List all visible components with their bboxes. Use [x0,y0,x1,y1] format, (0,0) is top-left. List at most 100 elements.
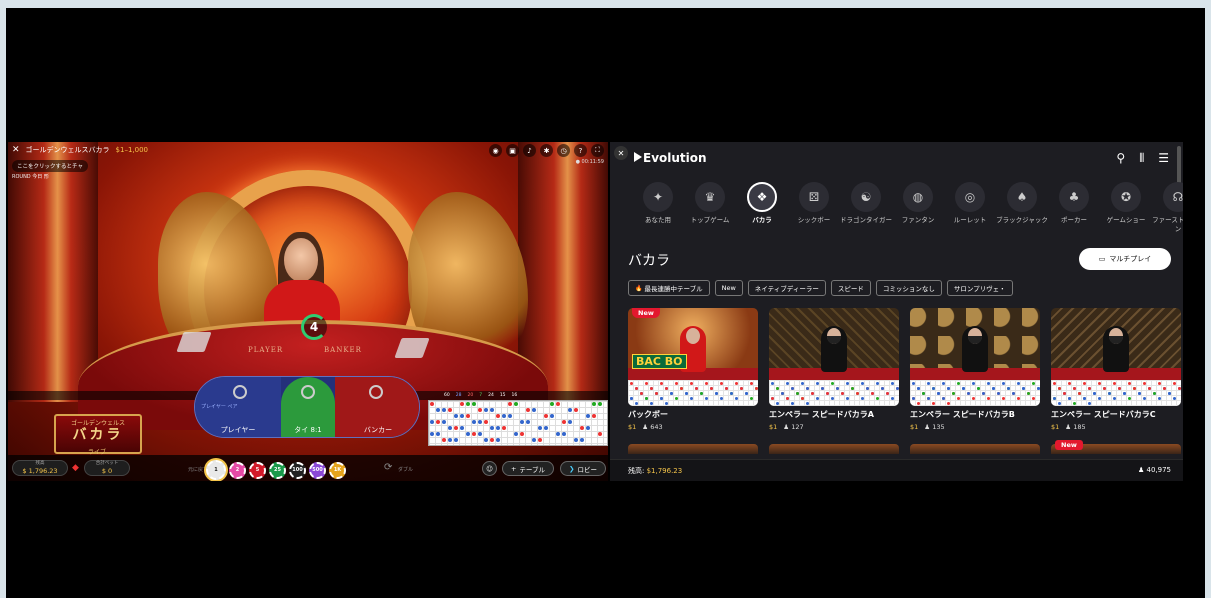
double-icon[interactable]: ⟳ [384,462,392,473]
category-item[interactable]: ⚄ シックボー [788,182,840,234]
banker-bet-spot[interactable]: バンカー [335,377,419,437]
category-item[interactable]: ♣ ポーカー [1048,182,1100,234]
scoreboard-dot [1178,387,1181,390]
game-card-partial[interactable] [769,444,899,454]
felt-player-text: PLAYER [248,346,284,354]
fullscreen-icon[interactable]: ⛶ [591,144,604,157]
bet-limit[interactable]: $1–1,000 [116,146,148,154]
category-item[interactable]: ☯ ドラゴンタイガー [840,182,892,234]
close-game-icon[interactable]: ✕ [12,145,20,155]
filter-chip[interactable]: スピード [830,280,871,296]
camera-icon[interactable]: ▣ [506,144,519,157]
volume-icon[interactable]: ♪ [523,144,536,157]
filter-chip[interactable]: New [714,280,743,296]
roadmap-dot [520,432,524,436]
scoreboard-dot [786,397,789,400]
chips-icon[interactable]: ◉ [489,144,502,157]
scoreboard-dot [776,387,779,390]
roadmap-dot [568,420,572,424]
category-item[interactable]: ◍ ファンタン [892,182,944,234]
chip-100[interactable]: 100 [289,461,306,479]
category-icon: ⚄ [799,182,829,212]
filter-label: コミッションなし [882,285,935,293]
scoreboard-dot [715,392,718,395]
chip-1[interactable]: 1 [206,460,226,480]
game-thumbnail[interactable] [769,308,899,406]
category-item[interactable]: ✪ ゲームショー [1100,182,1152,234]
menu-icon[interactable]: ☰ [1158,151,1169,166]
roadmap-dot [430,420,434,424]
scoreboard-dot [705,382,708,385]
multiplay-button[interactable]: ▭ マルチプレイ [1079,248,1171,270]
scoreboard-dot [1032,382,1035,385]
tie-bet-spot[interactable]: タイ 8:1 [281,377,335,437]
chat-hint-button[interactable]: ここをクリックするとチャ [12,160,88,172]
search-icon[interactable]: ⚲ [1116,151,1125,166]
chat-icon[interactable]: ☺ [482,461,497,476]
stat-c: 16 [511,393,518,398]
roadmap-dot [478,408,482,412]
category-item[interactable]: ☊ ファーストパーソン [1152,182,1183,234]
roadmap-dot [442,438,446,442]
chip-2[interactable]: 2 [229,461,246,479]
category-icon: ♠ [1007,182,1037,212]
roadmap-dot [496,426,500,430]
chip-5[interactable]: 5 [249,461,266,479]
roadmap-dot [472,402,476,406]
filter-label: New [721,284,736,292]
roadmap-dot [454,438,458,442]
filter-chip[interactable]: コミッションなし [875,280,942,296]
scoreboard-dot [856,392,859,395]
thumb-scoreboard [769,380,899,406]
scoreboard-dot [987,397,990,400]
game-card-meta: $1 ♟ 643 [628,423,758,431]
tie-bet-label: タイ 8:1 [281,425,335,435]
game-thumbnail[interactable]: New BAC BO [628,308,758,406]
scoreboard-dot [1128,382,1131,385]
scoreboard-dot [730,392,733,395]
game-card-partial[interactable]: New [1051,440,1181,454]
category-item[interactable]: ♛ トップゲーム [684,182,736,234]
close-lobby-icon[interactable]: ✕ [614,146,628,160]
game-thumbnail[interactable] [1051,308,1181,406]
table-button[interactable]: + テーブル [502,461,554,476]
scoreboard-dot [927,397,930,400]
filter-chip[interactable]: 🔥 最長連勝中テーブル [628,280,710,296]
category-item[interactable]: ✦ あなた用 [632,182,684,234]
roadmap-dot [574,438,578,442]
history-icon[interactable]: ◷ [557,144,570,157]
scoreboard-dot [992,387,995,390]
game-thumbnail[interactable] [910,308,1040,406]
category-icon: ◎ [955,182,985,212]
game-card-partial[interactable] [910,444,1040,454]
category-item[interactable]: ◎ ルーレット [944,182,996,234]
filter-chip[interactable]: サロンプリヴェ・ [946,280,1013,296]
lobby-button[interactable]: ❯ ロビー [560,461,606,476]
game-card-name: エンペラー スピードバカラB [910,410,1015,419]
bead-road-scoreboard[interactable] [428,400,608,446]
game-card[interactable]: エンペラー スピードバカラB $1 ♟ 135 [910,308,1040,431]
category-item[interactable]: ❖ バカラ [736,182,788,234]
game-card-partial[interactable] [628,444,758,454]
game-card[interactable]: エンペラー スピードバカラA $1 ♟ 127 [769,308,899,431]
chip-25[interactable]: 25 [269,461,286,479]
library-icon[interactable]: ⫴ [1139,151,1144,166]
scoreboard-dot [675,397,678,400]
scoreboard-dot [710,387,713,390]
scoreboard-dot [1017,397,1020,400]
scoreboard-dot [957,382,960,385]
scoreboard-dot [665,402,668,405]
category-label: ルーレット [953,216,987,224]
filter-chip[interactable]: ネイティブディーラー [747,280,826,296]
scoreboard-dot [740,387,743,390]
help-icon[interactable]: ? [574,144,587,157]
scoreboard-dot [917,387,920,390]
game-card[interactable]: New BAC BO バックボー $1 ♟ 643 [628,308,758,431]
settings-gear-icon[interactable]: ✱ [540,144,553,157]
category-item[interactable]: ♠ ブラックジャック [996,182,1048,234]
player-bet-spot[interactable]: プレイヤー ペア プレイヤー [195,377,281,437]
chip-500[interactable]: 500 [309,461,326,479]
roadmap-dot [448,426,452,430]
chip-1K[interactable]: 1K [329,461,346,479]
game-card[interactable]: エンペラー スピードバカラC $1 ♟ 185 [1051,308,1181,431]
